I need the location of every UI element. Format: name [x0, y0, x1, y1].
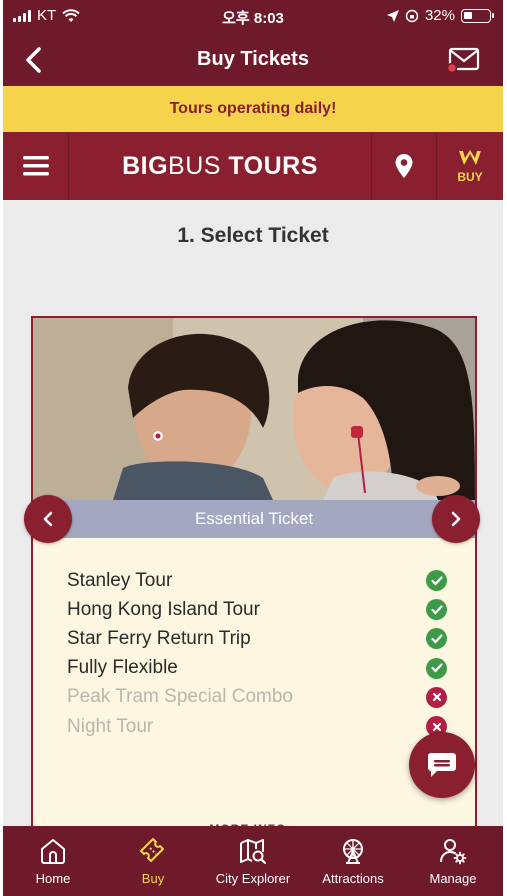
- buy-button[interactable]: BUY: [437, 132, 503, 200]
- chat-bubble-icon: [428, 753, 456, 777]
- chevron-right-icon: [451, 511, 461, 527]
- feature-item: Star Ferry Return Trip: [67, 624, 447, 653]
- tab-home[interactable]: Home: [3, 826, 103, 896]
- nav-header: Buy Tickets: [3, 34, 503, 86]
- brand-logo-big: BIG: [122, 151, 169, 180]
- feature-item: Stanley Tour: [67, 566, 447, 595]
- battery-percent: 32%: [424, 7, 455, 24]
- menu-button[interactable]: [3, 132, 69, 200]
- map-pin-icon: [395, 154, 413, 178]
- inbox-button[interactable]: [445, 44, 481, 76]
- tab-label: Attractions: [322, 871, 384, 886]
- mail-icon: [446, 47, 480, 74]
- page-title: Buy Tickets: [197, 48, 309, 70]
- ferris-wheel-icon: [343, 839, 363, 864]
- brand-logo[interactable]: BIG BUS TOURS: [69, 132, 371, 200]
- ticket-icon: [140, 838, 164, 862]
- bottom-tab-bar: Home Buy City Explorer Attractions Manag…: [3, 826, 503, 896]
- feature-item: Peak Tram Special Combo: [67, 683, 447, 712]
- section-title: 1. Select Ticket: [177, 224, 329, 247]
- hamburger-icon: [22, 156, 49, 176]
- feature-label: Hong Kong Island Tour: [67, 598, 260, 620]
- buy-label: BUY: [457, 169, 483, 184]
- feature-item: Hong Kong Island Tour: [67, 595, 447, 624]
- feature-list: Stanley Tour Hong Kong Island Tour Star …: [67, 566, 447, 741]
- feature-item: Night Tour: [67, 712, 447, 741]
- tab-manage[interactable]: Manage: [403, 826, 503, 896]
- check-icon: [426, 657, 447, 679]
- ticket-name: Essential Ticket: [33, 500, 475, 538]
- map-search-icon: [240, 839, 267, 865]
- cross-icon: [426, 686, 447, 708]
- check-icon: [426, 628, 447, 650]
- previous-ticket-button[interactable]: [24, 495, 72, 543]
- check-icon: [426, 570, 447, 592]
- chat-button[interactable]: [409, 732, 475, 798]
- chevron-left-icon: [43, 511, 53, 527]
- tab-label: City Explorer: [215, 871, 291, 886]
- ticket-photo: [33, 318, 475, 500]
- status-bar: KT 오후 8:03 32%: [3, 0, 503, 34]
- feature-label: Night Tour: [67, 715, 154, 737]
- announcement-banner[interactable]: Tours operating daily!: [3, 86, 503, 132]
- feature-label: Peak Tram Special Combo: [67, 686, 293, 708]
- check-icon: [426, 599, 447, 621]
- battery-icon: [461, 8, 494, 23]
- tab-buy[interactable]: Buy: [103, 826, 203, 896]
- brand-logo-tours: TOURS: [220, 151, 318, 180]
- tab-label: Home: [35, 871, 71, 886]
- home-icon: [41, 839, 65, 864]
- location-button[interactable]: [371, 132, 437, 200]
- feature-item: Fully Flexible: [67, 654, 447, 683]
- location-arrow-icon: [386, 9, 399, 22]
- tab-label: Manage: [429, 871, 477, 886]
- rotation-lock-icon: [405, 9, 419, 22]
- tab-label: Buy: [141, 871, 165, 886]
- brand-bar: BIG BUS TOURS BUY: [3, 132, 503, 200]
- tab-attractions[interactable]: Attractions: [303, 826, 403, 896]
- feature-label: Stanley Tour: [67, 569, 173, 591]
- app-screen: KT 오후 8:03 32% Buy Tickets Tours operati…: [3, 0, 503, 896]
- next-ticket-button[interactable]: [432, 495, 480, 543]
- brand-logo-bus: BUS: [168, 151, 221, 180]
- tab-city-explorer[interactable]: City Explorer: [203, 826, 303, 896]
- crown-icon: [459, 149, 481, 165]
- feature-label: Star Ferry Return Trip: [67, 627, 251, 649]
- feature-label: Fully Flexible: [67, 657, 178, 679]
- user-gear-icon: [440, 839, 467, 865]
